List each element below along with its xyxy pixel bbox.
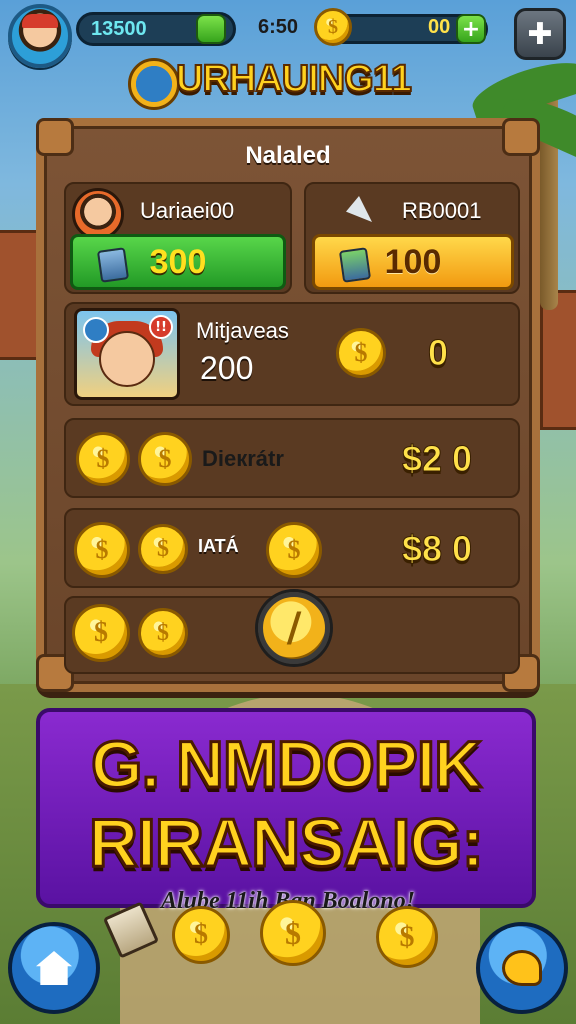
feather-icon [346,196,372,222]
shop-row-4[interactable]: $ $ / [64,592,520,674]
coins-value: 00 [428,16,451,38]
row2-value: $2 0 [401,438,473,480]
shop-row-3[interactable]: $ $ IATÁ $ $8 0 [64,508,520,588]
offer-card-left: Uariaei00 300 [64,182,292,294]
face [99,331,155,387]
offer-left-price: 300 [149,242,207,281]
collect-button[interactable]: / [258,592,330,664]
buy-button-right[interactable]: 100 [312,234,514,290]
home-button[interactable] [8,922,100,1014]
promo-line-2: RIRANSAIG: [87,804,485,883]
potion-icon [338,247,372,283]
promo-line-1: G. NMDOPIK [90,726,484,803]
coins-label: 6:50 [258,16,299,38]
add-coins-button[interactable]: + [456,14,486,44]
coin-icon: $ [138,608,188,658]
row1-amount: 200 [200,350,254,386]
title-text: URHAUING11 [175,57,413,101]
offer-left-label: Uariaei00 [140,198,235,223]
compass-icon [128,58,180,110]
coin-icon: $ [76,432,130,486]
mascot-button[interactable] [476,922,568,1014]
top-hud: 13500 6:50 00 $ + ✚ [0,0,576,68]
add-gems-icon[interactable] [196,14,226,44]
compass-badge-icon [83,317,109,343]
row1-value: 0 [427,332,449,374]
right-hut [540,290,576,430]
shop-row-2[interactable]: $ $ Dieкrátr $2 0 [64,418,520,498]
row2-label: Dieкrátr [202,446,284,471]
coin-icon: $ [138,524,188,574]
offer-card-right: RB0001 100 [304,182,520,294]
buy-button-left[interactable]: 300 [70,234,286,290]
gems-value: 13500 [91,17,147,40]
coin-icon: $ [260,900,326,966]
coin-icon: $ [74,522,130,578]
player-avatar[interactable] [8,4,72,68]
offer-right-label: RB0001 [402,198,482,223]
panel-title: Nalaled [245,142,331,169]
settings-button[interactable]: ✚ [514,8,566,60]
coin-icon: $ [138,432,192,486]
coin-icon: $ [376,906,438,968]
alert-badge: !! [149,315,173,339]
shop-panel: Nalaled Uariaei00 300 RB0001 100 !! Mitj… [36,118,540,692]
row3-label: IATÁ [198,536,239,556]
puzzle-icon: ✚ [527,16,553,52]
coin-icon: $ [314,8,352,46]
character-portrait: !! [74,308,180,400]
coin-icon: $ [72,604,130,662]
bird-icon [502,950,542,986]
shop-row-1[interactable]: !! Mitjaveas 200 $ 0 [64,302,520,406]
row1-label: Mitjaveas [196,318,289,343]
coin-icon: $ [336,328,386,378]
coin-icon: $ [172,906,230,964]
house-icon [36,951,72,985]
game-title: URHAUING11 [128,56,444,110]
promo-banner[interactable]: G. NMDOPIK RIRANSAIG: [36,708,536,908]
offer-right-price: 100 [384,242,442,281]
scroll-icon [96,247,130,283]
hat-icon [22,14,58,28]
collect-button-symbol: / [286,605,302,651]
coin-icon: $ [266,522,322,578]
row3-value: $8 0 [401,528,473,570]
character-avatar [72,188,124,240]
